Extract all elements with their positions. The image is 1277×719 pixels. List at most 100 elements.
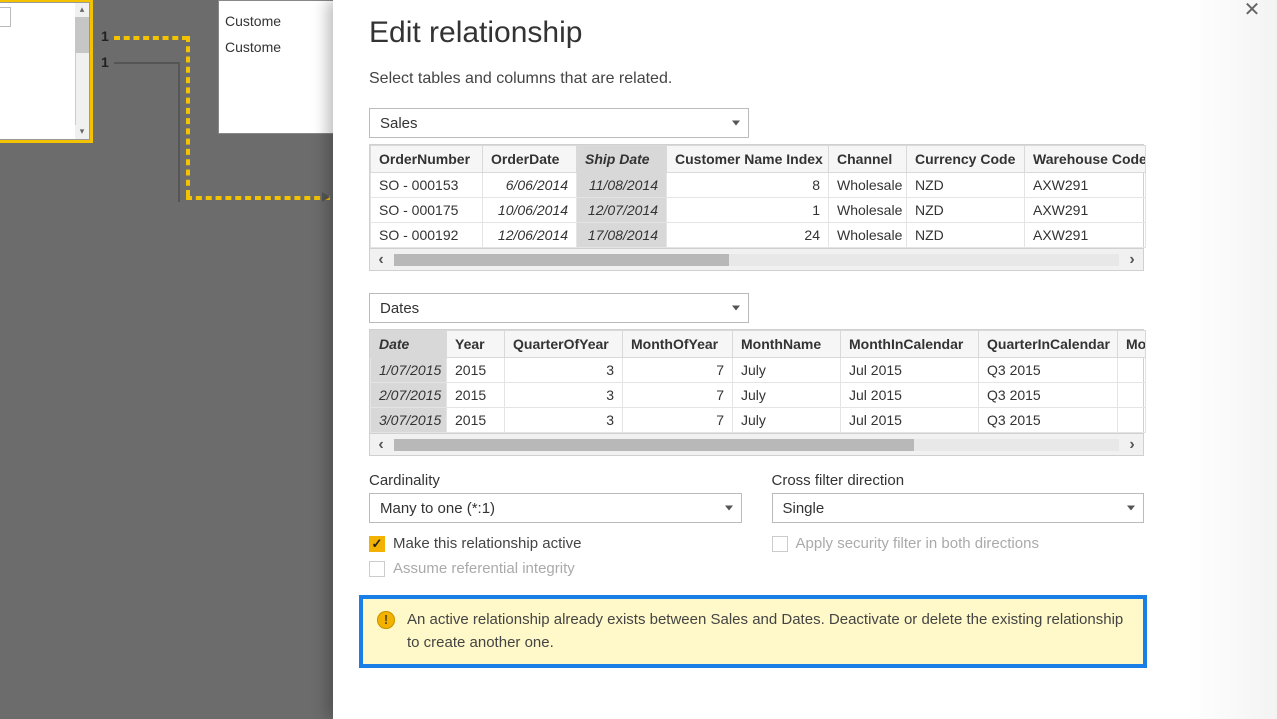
cell: 7 bbox=[623, 358, 733, 383]
crossfilter-value: Single bbox=[783, 500, 825, 517]
scroll-thumb[interactable] bbox=[394, 439, 914, 451]
col-header[interactable]: QuarterOfYear bbox=[505, 331, 623, 358]
col-header[interactable]: QuarterInCalendar bbox=[979, 331, 1118, 358]
cell: 3 bbox=[505, 358, 623, 383]
scroll-left-icon[interactable]: ‹ bbox=[370, 251, 392, 269]
cell: 1 bbox=[667, 198, 829, 223]
relationship-line[interactable] bbox=[178, 62, 180, 202]
relationship-arrowhead bbox=[322, 192, 330, 202]
cell: 24 bbox=[667, 223, 829, 248]
col-header[interactable]: Warehouse Code bbox=[1025, 146, 1146, 173]
edit-relationship-dialog: ✕ Edit relationship Select tables and co… bbox=[333, 0, 1277, 719]
cell bbox=[1118, 383, 1146, 408]
node-scroll-up[interactable]: ▴ bbox=[75, 3, 89, 17]
relationship-line[interactable] bbox=[114, 62, 180, 64]
dialog-right-edge bbox=[1187, 0, 1277, 719]
crossfilter-select[interactable]: Single bbox=[772, 493, 1145, 523]
table-row[interactable]: SO - 000192 12/06/2014 17/08/2014 24 Who… bbox=[371, 223, 1146, 248]
table-row[interactable]: 3/07/2015 2015 3 7 July Jul 2015 Q3 2015 bbox=[371, 408, 1146, 433]
scroll-track[interactable] bbox=[394, 439, 1119, 451]
cell: July bbox=[733, 358, 841, 383]
table1-select-value: Sales bbox=[380, 115, 418, 132]
col-header[interactable]: Mo bbox=[1118, 331, 1146, 358]
security-filter-checkbox: Apply security filter in both directions bbox=[772, 535, 1145, 552]
cell: 7 bbox=[623, 408, 733, 433]
node-scroll-down[interactable]: ▾ bbox=[75, 125, 89, 139]
col-header[interactable]: OrderDate bbox=[483, 146, 577, 173]
table-node-left[interactable]: ▴ ▾ ear ar bbox=[0, 2, 90, 140]
col-header[interactable]: MonthInCalendar bbox=[841, 331, 979, 358]
cell: Q3 2015 bbox=[979, 408, 1118, 433]
cell: 3/07/2015 bbox=[371, 408, 447, 433]
col-header[interactable]: MonthOfYear bbox=[623, 331, 733, 358]
col-header[interactable]: Currency Code bbox=[907, 146, 1025, 173]
cell: 2015 bbox=[447, 408, 505, 433]
cell: Wholesale bbox=[829, 198, 907, 223]
relationship-line[interactable] bbox=[114, 36, 188, 40]
cell: SO - 000192 bbox=[371, 223, 483, 248]
scroll-right-icon[interactable]: › bbox=[1121, 436, 1143, 454]
crossfilter-label: Cross filter direction bbox=[772, 472, 1145, 489]
warning-icon: ! bbox=[377, 611, 395, 629]
cell: AXW291 bbox=[1025, 198, 1146, 223]
make-active-checkbox[interactable]: ✓ Make this relationship active bbox=[369, 535, 742, 552]
cardinality-select[interactable]: Many to one (*:1) bbox=[369, 493, 742, 523]
scroll-thumb[interactable] bbox=[394, 254, 729, 266]
cardinality-one-marker: 1 bbox=[101, 28, 109, 44]
col-header[interactable]: Ship Date bbox=[577, 146, 667, 173]
cell bbox=[1118, 408, 1146, 433]
scroll-right-icon[interactable]: › bbox=[1121, 251, 1143, 269]
col-header[interactable]: Date bbox=[371, 331, 447, 358]
node-scroll-thumb[interactable] bbox=[75, 17, 89, 53]
col-header[interactable]: OrderNumber bbox=[371, 146, 483, 173]
cell: July bbox=[733, 408, 841, 433]
cell: July bbox=[733, 383, 841, 408]
cell: Wholesale bbox=[829, 223, 907, 248]
table1-hscroll[interactable]: ‹ › bbox=[369, 249, 1144, 271]
col-header[interactable]: Channel bbox=[829, 146, 907, 173]
cell: 6/06/2014 bbox=[483, 173, 577, 198]
cardinality-label: Cardinality bbox=[369, 472, 742, 489]
table-row[interactable]: SO - 000175 10/06/2014 12/07/2014 1 Whol… bbox=[371, 198, 1146, 223]
cardinality-one-marker: 1 bbox=[101, 54, 109, 70]
table-row[interactable]: 2/07/2015 2015 3 7 July Jul 2015 Q3 2015 bbox=[371, 383, 1146, 408]
table1-select[interactable]: Sales bbox=[369, 108, 749, 138]
chevron-down-icon bbox=[725, 506, 733, 511]
cell: 11/08/2014 bbox=[577, 173, 667, 198]
warning-text: An active relationship already exists be… bbox=[407, 611, 1123, 651]
cell: Wholesale bbox=[829, 173, 907, 198]
checkbox-icon bbox=[772, 536, 788, 552]
table-row[interactable]: SO - 000153 6/06/2014 11/08/2014 8 Whole… bbox=[371, 173, 1146, 198]
close-icon[interactable]: ✕ bbox=[1239, 0, 1265, 26]
relationship-line[interactable] bbox=[186, 196, 330, 200]
cell: 12/07/2014 bbox=[577, 198, 667, 223]
cell: 1/07/2015 bbox=[371, 358, 447, 383]
node-field[interactable] bbox=[0, 7, 11, 27]
cell: SO - 000153 bbox=[371, 173, 483, 198]
dialog-title: Edit relationship bbox=[369, 16, 1241, 50]
node-field-label: ar bbox=[0, 99, 73, 119]
relationship-line[interactable] bbox=[186, 36, 190, 196]
cell: 8 bbox=[667, 173, 829, 198]
chevron-down-icon bbox=[1127, 506, 1135, 511]
scroll-left-icon[interactable]: ‹ bbox=[370, 436, 392, 454]
table2-hscroll[interactable]: ‹ › bbox=[369, 434, 1144, 456]
col-header[interactable]: MonthName bbox=[733, 331, 841, 358]
table-row[interactable]: 1/07/2015 2015 3 7 July Jul 2015 Q3 2015 bbox=[371, 358, 1146, 383]
cell: Q3 2015 bbox=[979, 383, 1118, 408]
table1-preview[interactable]: OrderNumber OrderDate Ship Date Customer… bbox=[369, 144, 1144, 249]
cell: 3 bbox=[505, 383, 623, 408]
referential-integrity-label: Assume referential integrity bbox=[393, 560, 575, 577]
cell: SO - 000175 bbox=[371, 198, 483, 223]
scroll-track[interactable] bbox=[394, 254, 1119, 266]
security-filter-label: Apply security filter in both directions bbox=[796, 535, 1039, 552]
checkbox-icon: ✓ bbox=[369, 536, 385, 552]
cell: 2/07/2015 bbox=[371, 383, 447, 408]
col-header[interactable]: Customer Name Index bbox=[667, 146, 829, 173]
cell: 7 bbox=[623, 383, 733, 408]
table2-preview[interactable]: Date Year QuarterOfYear MonthOfYear Mont… bbox=[369, 329, 1144, 434]
cell: 17/08/2014 bbox=[577, 223, 667, 248]
cell: 12/06/2014 bbox=[483, 223, 577, 248]
col-header[interactable]: Year bbox=[447, 331, 505, 358]
table2-select[interactable]: Dates bbox=[369, 293, 749, 323]
